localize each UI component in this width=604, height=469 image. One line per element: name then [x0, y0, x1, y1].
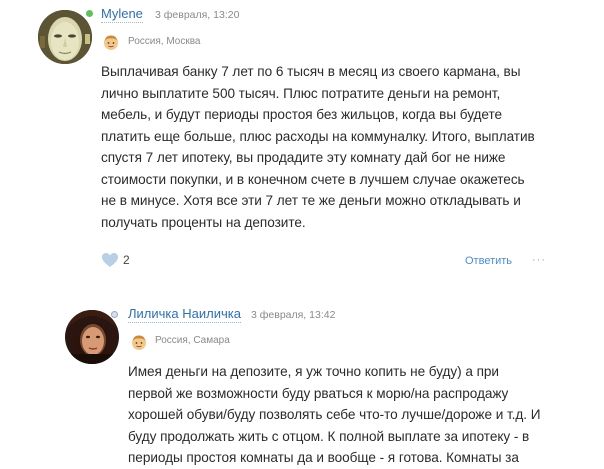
comment-text-line: периоды простоя комнаты да и вообще - я …	[128, 450, 519, 465]
comment-text: Выплачивая банку 7 лет по 6 тысяч в меся…	[101, 61, 561, 233]
avatar[interactable]	[38, 10, 92, 64]
girl-photo-avatar-icon	[65, 310, 119, 364]
offline-status-indicator	[111, 311, 118, 318]
comment-text-line: платить еще больше, плюс расходы на комм…	[101, 128, 535, 144]
author-link[interactable]: Лиличка Наиличка	[128, 306, 241, 323]
comment-text-line: получать проценты на депозите.	[101, 214, 306, 230]
reply-button[interactable]: Ответить	[465, 254, 512, 268]
like-heart-icon[interactable]	[101, 252, 119, 268]
user-location: Россия, Самара	[155, 335, 230, 346]
comment-text-line: Выплачивая банку 7 лет по 6 тысяч в меся…	[101, 64, 521, 79]
comment-text-line: не в минусе. Хотя все эти 7 лет те же де…	[101, 193, 521, 208]
comment-text-line: буду продолжать жить с отцом. К полной в…	[128, 428, 530, 444]
comment-text: Имея деньги на депозите, я уж точно копи…	[128, 361, 588, 469]
comment-text-line: лично выплатите 500 тысяч. Плюс потратит…	[101, 85, 501, 101]
comment-text-line: хорошей обуви/буду позволять себе что-то…	[128, 407, 541, 422]
more-options-button[interactable]: ···	[532, 254, 546, 266]
like-count: 2	[123, 253, 130, 267]
avatar[interactable]	[65, 310, 119, 364]
user-emoji-icon	[132, 335, 146, 350]
comment-text-line: Имея деньги на депозите, я уж точно копи…	[128, 364, 499, 379]
face-mask-avatar-icon	[38, 10, 92, 64]
comment-text-line: первой же возможности буду рваться к мор…	[128, 385, 509, 401]
online-status-indicator	[86, 10, 93, 17]
comment-text-line: спустя 7 лет ипотеку, вы продадите эту к…	[101, 150, 506, 165]
user-location: Россия, Москва	[128, 36, 201, 47]
comment-text-line: стоимости покупки, и в конечном счете в …	[101, 171, 525, 187]
user-emoji-icon	[104, 35, 118, 50]
comment-date: 3 февраля, 13:42	[251, 309, 336, 321]
comment-text-line: мебель, и будут периоды простоя без жиль…	[101, 107, 502, 122]
author-link[interactable]: Mylene	[101, 6, 143, 23]
comment-date: 3 февраля, 13:20	[155, 9, 240, 21]
